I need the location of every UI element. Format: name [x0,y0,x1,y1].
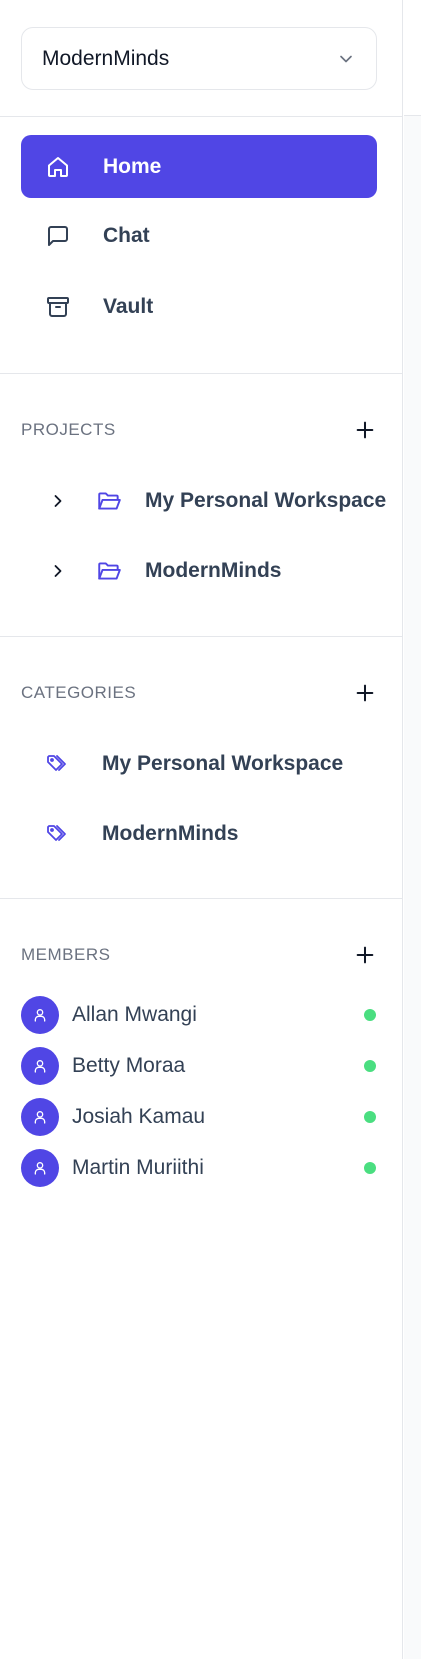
user-icon [34,1162,46,1175]
tags-icon [46,821,72,847]
avatar [21,1047,59,1085]
member-item[interactable]: Josiah Kamau [21,1097,376,1137]
member-item[interactable]: Betty Moraa [21,1046,376,1086]
section-title: PROJECTS [21,420,116,439]
category-item-label: ModernMinds [102,822,239,845]
member-name: Allan Mwangi [72,1003,197,1026]
member-name: Josiah Kamau [72,1105,206,1128]
category-item[interactable]: ModernMinds [0,812,402,856]
member-item[interactable]: Allan Mwangi [21,995,376,1035]
user-icon [34,1060,46,1073]
avatar [21,1098,59,1136]
project-item-label: ModernMinds [145,559,282,582]
archive-icon [46,295,70,319]
main-nav: Home Chat Vault [0,117,402,374]
member-name: Betty Moraa [72,1054,186,1077]
tags-icon [46,751,72,777]
nav-item-label: Home [103,154,162,178]
project-item[interactable]: My Personal Workspace [0,479,402,523]
section-title: MEMBERS [21,945,111,964]
avatar [21,1149,59,1187]
member-item[interactable]: Martin Muriithi [21,1148,376,1188]
folder-open-icon [96,488,122,514]
categories-section: CATEGORIES My Personal Workspace ModernM… [0,637,402,899]
online-status-dot [364,1162,376,1174]
main-header-edge [404,0,421,116]
workspace-selector[interactable]: ModernMinds [21,27,377,90]
user-icon [34,1009,46,1022]
category-item[interactable]: My Personal Workspace [0,742,402,786]
chevron-down-icon [336,49,356,69]
folder-open-icon [96,558,122,584]
nav-item-label: Chat [103,223,150,247]
workspace-selector-value: ModernMinds [42,46,170,70]
member-name: Martin Muriithi [72,1156,204,1179]
section-title: CATEGORIES [21,683,137,702]
chevron-right-icon[interactable] [48,561,68,581]
user-icon [34,1111,46,1124]
add-project-button[interactable] [354,419,376,441]
members-section: MEMBERS Allan Mwangi Betty Moraa Josiah … [0,899,402,1599]
add-member-button[interactable] [354,944,376,966]
project-item-label: My Personal Workspace [145,489,387,512]
nav-item-chat[interactable]: Chat [21,204,377,267]
project-item[interactable]: ModernMinds [0,549,402,593]
main-content-edge [404,0,421,1659]
add-category-button[interactable] [354,682,376,704]
nav-item-home[interactable]: Home [21,135,377,198]
workspace-header: ModernMinds [0,0,402,117]
category-item-label: My Personal Workspace [102,752,344,775]
online-status-dot [364,1111,376,1123]
avatar [21,996,59,1034]
online-status-dot [364,1060,376,1072]
chevron-right-icon[interactable] [48,491,68,511]
sidebar: ModernMinds Home Chat Vault PROJECTS My … [0,0,403,1659]
home-icon [46,155,70,179]
nav-item-label: Vault [103,294,154,318]
nav-item-vault[interactable]: Vault [21,275,377,338]
message-icon [46,224,70,248]
online-status-dot [364,1009,376,1021]
projects-section: PROJECTS My Personal Workspace ModernMin… [0,374,402,637]
